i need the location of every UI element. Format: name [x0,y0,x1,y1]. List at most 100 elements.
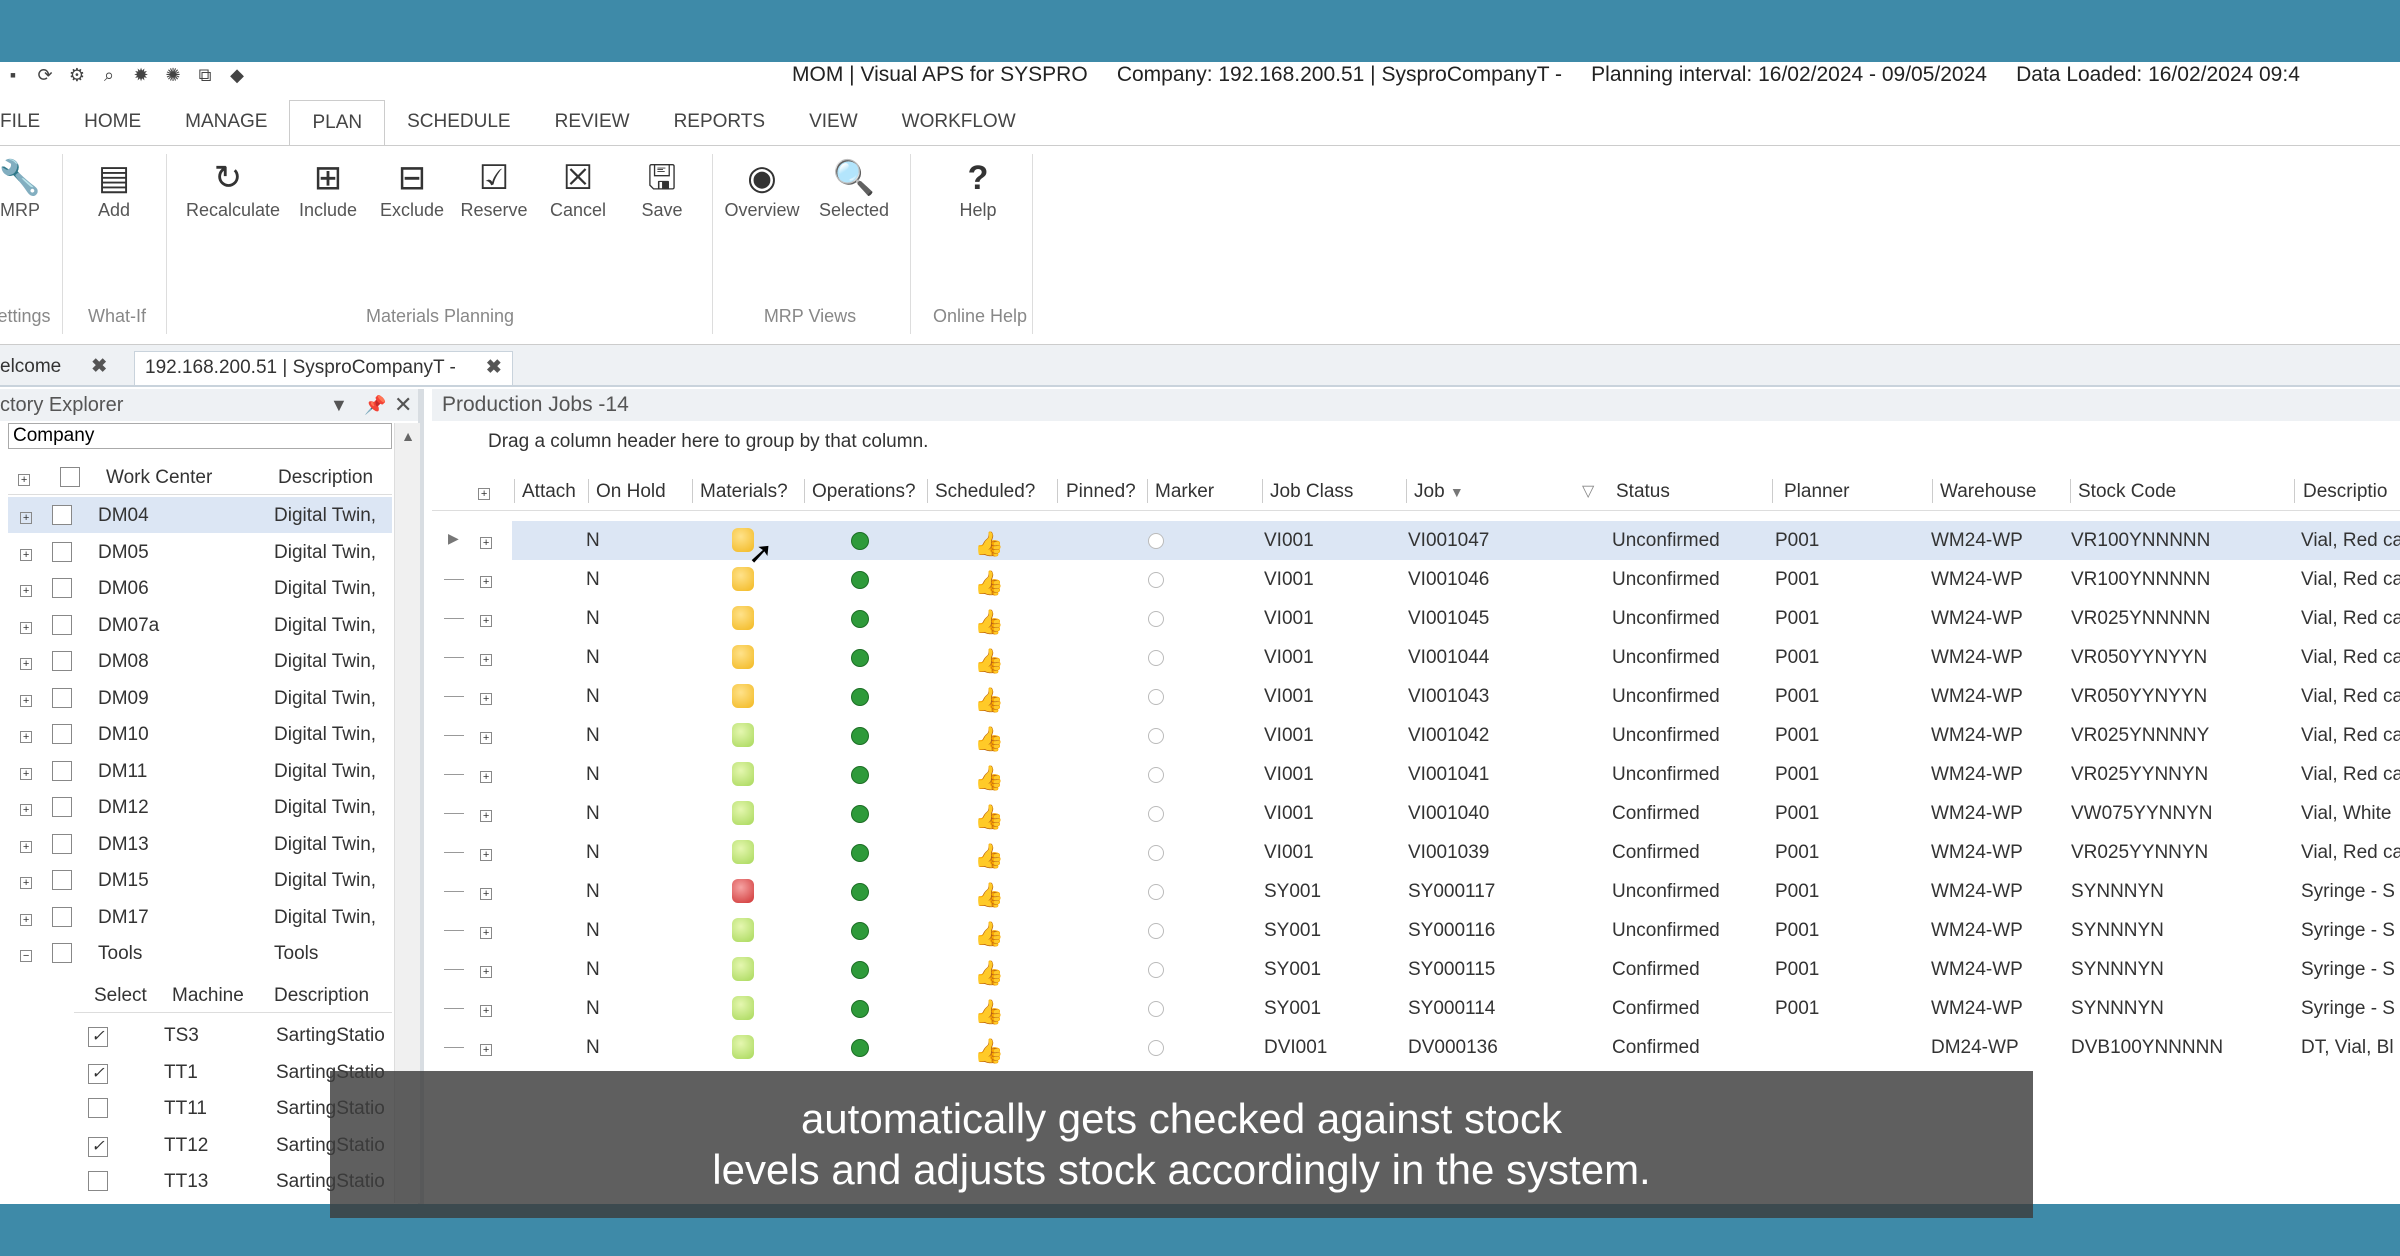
col-select[interactable]: Select [94,985,147,1007]
menu-workflow[interactable]: WORKFLOW [880,100,1038,146]
collapse-icon[interactable]: − [20,943,32,965]
job-row[interactable]: + N 👍 VI001 VI001040 Confirmed P001 WM24-WP VW07… [432,794,2400,833]
expand-icon[interactable]: + [480,569,492,591]
workcenter-row[interactable]: + DM09 Digital Twin, [8,680,392,716]
expand-icon[interactable]: + [20,505,32,527]
row-checkbox[interactable] [52,578,72,604]
col-materials[interactable]: Materials? [700,481,788,503]
settings-icon[interactable]: ✺ [162,65,184,86]
selected-button[interactable]: 🔍 Selected [812,156,896,221]
scroll-up-icon[interactable]: ▲ [395,423,421,449]
gear-icon[interactable]: ✹ [130,65,152,86]
menu-plan[interactable]: PLAN [289,100,386,146]
include-button[interactable]: ⊞ Include [286,156,370,221]
expand-icon[interactable]: + [20,688,32,710]
expand-icon[interactable]: + [20,542,32,564]
col-workcenter[interactable]: Work Center [106,467,212,489]
job-row[interactable]: + N 👍 VI001 VI001041 Unconfirmed P001 WM24-WP VR… [432,755,2400,794]
workcenter-row[interactable]: + DM17 Digital Twin, [8,899,392,935]
marker-radio[interactable] [1148,728,1164,744]
expand-icon[interactable]: + [20,615,32,637]
row-checkbox[interactable] [52,541,72,568]
reserve-button[interactable]: ☑ Reserve [452,156,536,221]
row-checkbox[interactable] [52,505,72,531]
col-pinned[interactable]: Pinned? [1066,481,1136,503]
marker-radio[interactable] [1148,767,1164,783]
col-machine[interactable]: Machine [172,985,244,1007]
expand-icon[interactable]: + [480,881,492,903]
expand-icon[interactable]: + [480,686,492,708]
overview-button[interactable]: ◉ Overview [720,156,804,221]
tool-checkbox[interactable]: ✓ [88,1025,108,1047]
marker-radio[interactable] [1148,650,1164,666]
tab-welcome[interactable]: elcome ✖ [0,351,117,385]
job-row[interactable]: + N 👍 VI001 VI001046 Unconfirmed P001 WM24-WP VR… [432,560,2400,599]
row-checkbox[interactable] [52,614,72,641]
col-planner[interactable]: Planner [1784,481,1850,503]
workcenter-row[interactable]: + DM06 Digital Twin, [8,570,392,606]
marker-radio[interactable] [1148,962,1164,978]
job-row[interactable]: + N 👍 VI001 VI001045 Unconfirmed P001 WM24-WP VR… [432,599,2400,638]
tool-checkbox[interactable]: ✓ [88,1062,108,1084]
marker-radio[interactable] [1148,572,1164,588]
workcenter-row[interactable]: + DM12 Digital Twin, [8,789,392,825]
marker-radio[interactable] [1148,806,1164,822]
marker-radio[interactable] [1148,689,1164,705]
workcenter-row[interactable]: + DM10 Digital Twin, [8,716,392,752]
expand-icon[interactable]: + [480,647,492,669]
job-row[interactable]: + N 👍 VI001 VI001043 Unconfirmed P001 WM24-WP VR… [432,677,2400,716]
expand-icon[interactable]: + [20,578,32,600]
cancel-button[interactable]: ☒ Cancel [536,156,620,221]
tab-company[interactable]: 192.168.200.51 | SysproCompanyT - ✖ [134,351,513,385]
mrp-button[interactable]: 🔧 MRP [0,156,62,221]
expand-icon[interactable]: + [20,797,32,819]
tool-row[interactable]: ✓ TS3 SartingStatio [74,1017,392,1053]
expand-icon[interactable]: + [20,651,32,673]
close-icon[interactable]: ✖ [486,357,502,378]
job-row[interactable]: + N 👍 SY001 SY000116 Unconfirmed P001 WM24-WP SY… [432,911,2400,950]
marker-radio[interactable] [1148,923,1164,939]
workcenter-row[interactable]: + DM04 Digital Twin, [8,497,392,533]
select-all-checkbox[interactable] [60,467,80,493]
company-combo[interactable]: Company [8,423,392,449]
col-tool-description[interactable]: Description [274,985,369,1007]
menu-view[interactable]: VIEW [787,100,880,146]
refresh-icon[interactable]: ⟳ [34,65,56,86]
expand-icon[interactable]: + [20,870,32,892]
workcenter-row[interactable]: + DM15 Digital Twin, [8,862,392,898]
col-on-hold[interactable]: On Hold [596,481,666,503]
col-job-class[interactable]: Job Class [1270,481,1353,503]
close-icon[interactable]: ✕ [394,389,412,421]
expand-icon[interactable]: + [480,842,492,864]
search-icon[interactable]: ⌕ [98,65,120,86]
row-checkbox[interactable] [52,870,72,896]
expand-icon[interactable]: + [480,920,492,942]
marker-radio[interactable] [1148,611,1164,627]
marker-radio[interactable] [1148,845,1164,861]
workcenter-row[interactable]: + DM08 Digital Twin, [8,643,392,679]
expand-icon[interactable]: + [480,959,492,981]
row-checkbox[interactable] [52,906,72,933]
expand-icon[interactable]: + [480,608,492,630]
recalculate-button[interactable]: ↻ Recalculate [186,156,280,221]
dropdown-arrow-icon[interactable]: ▼ [330,389,348,421]
menu-file[interactable]: FILE [0,100,62,146]
marker-radio[interactable] [1148,1001,1164,1017]
job-row[interactable]: ▶ + N 👍 VI001 VI001047 Unconfirmed P001 WM24-WP V… [432,521,2400,560]
tool-checkbox[interactable] [88,1098,108,1124]
row-checkbox[interactable] [52,724,72,750]
col-description[interactable]: Description [278,467,373,489]
col-operations[interactable]: Operations? [812,481,916,503]
menu-home[interactable]: HOME [62,100,163,146]
tag-icon[interactable]: ◆ [226,65,248,86]
workcenter-row[interactable]: + DM11 Digital Twin, [8,753,392,789]
row-checkbox[interactable] [52,687,72,714]
job-row[interactable]: + N 👍 SY001 SY000115 Confirmed P001 WM24-WP SYNN… [432,950,2400,989]
row-checkbox[interactable] [52,943,72,969]
marker-radio[interactable] [1148,884,1164,900]
row-checkbox[interactable] [52,760,72,787]
menu-manage[interactable]: MANAGE [163,100,289,146]
expand-icon[interactable]: + [20,761,32,783]
expand-icon[interactable]: + [20,834,32,856]
expand-icon[interactable]: + [480,764,492,786]
